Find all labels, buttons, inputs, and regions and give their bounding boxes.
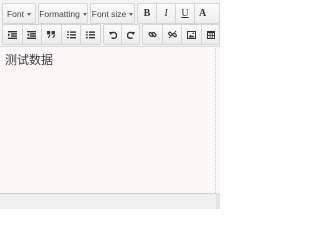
italic-icon: I [164, 8, 168, 19]
formatting-dropdown[interactable]: Formatting [39, 4, 87, 23]
chevron-down-icon [129, 13, 134, 16]
underline-button[interactable]: U [176, 4, 194, 23]
image-icon [187, 30, 197, 39]
insert-table-button[interactable] [202, 25, 219, 44]
font-size-dropdown-label: Font size [91, 8, 127, 19]
editor-content-area[interactable]: 测试数据 [0, 48, 216, 193]
insert-group [142, 24, 220, 45]
blockquote-button[interactable] [42, 25, 61, 44]
history-group [103, 24, 140, 45]
redo-button[interactable] [122, 25, 139, 44]
undo-icon [108, 31, 117, 39]
editor-statusbar [0, 193, 220, 209]
font-size-dropdown-group: Font size [90, 3, 135, 24]
insert-image-button[interactable] [182, 25, 201, 44]
table-icon [206, 30, 215, 39]
bold-button[interactable]: B [138, 4, 156, 23]
blockquote-icon [47, 31, 56, 38]
font-size-dropdown[interactable]: Font size [91, 4, 134, 23]
font-dropdown[interactable]: Font [3, 4, 35, 23]
unlink-button[interactable] [163, 25, 182, 44]
formatting-dropdown-group: Formatting [38, 3, 88, 24]
paragraph-group [2, 24, 101, 45]
align-left-button[interactable] [3, 25, 22, 44]
link-icon [148, 31, 157, 38]
unlink-icon [167, 30, 177, 39]
bold-icon: B [143, 8, 151, 19]
underline-icon: U [181, 8, 189, 19]
italic-button[interactable]: I [157, 4, 175, 23]
chevron-down-icon [27, 13, 31, 16]
align-right-button[interactable] [23, 25, 42, 44]
undo-button[interactable] [104, 25, 121, 44]
ordered-list-button[interactable] [62, 25, 81, 44]
text-style-group: B I U A [137, 3, 220, 24]
align-left-icon [7, 30, 17, 39]
rich-text-editor: Font Formatting Font size B I U A 测试数据 [0, 0, 220, 209]
link-button[interactable] [143, 25, 162, 44]
editor-content-text: 测试数据 [5, 53, 54, 67]
text-color-icon: A [199, 8, 207, 19]
text-color-button[interactable]: A [195, 4, 219, 23]
toolbar-row-2 [0, 24, 220, 45]
unordered-list-button[interactable] [81, 25, 100, 44]
toolbar-row-1: Font Formatting Font size B I U A [0, 3, 220, 24]
redo-icon [126, 31, 135, 39]
formatting-dropdown-label: Formatting [39, 8, 80, 19]
editor-toolbar: Font Formatting Font size B I U A [0, 0, 220, 47]
font-dropdown-group: Font [2, 3, 36, 24]
resize-handle[interactable] [216, 193, 220, 209]
ordered-list-icon [66, 30, 76, 38]
align-right-icon [27, 30, 37, 39]
font-dropdown-label: Font [6, 8, 24, 19]
unordered-list-icon [86, 30, 96, 39]
chevron-down-icon [82, 13, 87, 16]
